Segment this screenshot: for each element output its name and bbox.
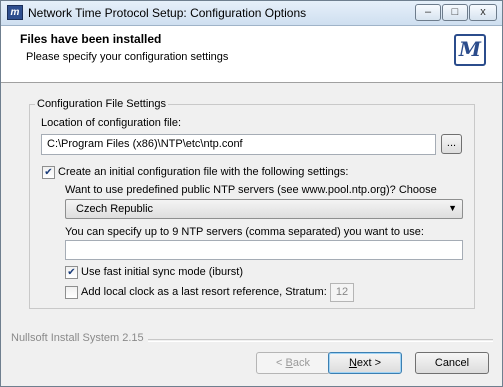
chevron-down-icon: ▼ — [448, 203, 457, 213]
browse-button[interactable]: ... — [441, 134, 462, 154]
check-icon: ✔ — [67, 267, 76, 278]
next-mnemonic: N — [348, 357, 357, 369]
servers-label: You can specify up to 9 NTP servers (com… — [65, 226, 424, 238]
local-clock-checkbox[interactable] — [65, 286, 78, 299]
close-icon: x — [480, 6, 486, 18]
ntp-servers-input[interactable] — [65, 240, 463, 260]
title-bar[interactable]: m Network Time Protocol Setup: Configura… — [1, 1, 502, 26]
minimize-icon: – — [424, 6, 432, 18]
close-button[interactable]: x — [469, 4, 497, 21]
check-icon: ✔ — [44, 167, 53, 178]
config-location-input[interactable]: C:\Program Files (x86)\NTP\etc\ntp.conf — [41, 134, 436, 155]
create-config-checkbox[interactable]: ✔ — [42, 166, 55, 179]
header-panel: Files have been installed Please specify… — [1, 26, 502, 83]
group-title: Configuration File Settings — [35, 98, 169, 110]
maximize-icon: □ — [451, 6, 459, 18]
iburst-checkbox[interactable]: ✔ — [65, 266, 78, 279]
maximize-button[interactable]: □ — [442, 4, 468, 21]
header-subtitle: Please specify your configuration settin… — [26, 51, 229, 63]
iburst-label: Use fast initial sync mode (iburst) — [81, 266, 243, 278]
country-select[interactable]: Czech Republic ▼ — [65, 199, 463, 219]
predefined-servers-label: Want to use predefined public NTP server… — [65, 184, 437, 196]
back-mnemonic: B — [285, 357, 293, 369]
window-title: Network Time Protocol Setup: Configurati… — [28, 6, 307, 20]
header-title: Files have been installed — [20, 32, 162, 46]
minimize-button[interactable]: – — [415, 4, 441, 21]
back-button[interactable]: < Back — [256, 352, 330, 374]
local-clock-label: Add local clock as a last resort referen… — [81, 286, 327, 298]
next-button[interactable]: Next > — [328, 352, 402, 374]
installer-window: m Network Time Protocol Setup: Configura… — [0, 0, 503, 387]
app-icon: m — [7, 5, 23, 20]
nsis-branding: Nullsoft Install System 2.15 — [11, 332, 148, 344]
ntp-logo-icon: M — [454, 34, 486, 66]
stratum-input[interactable]: 12 — [330, 283, 354, 302]
cancel-button[interactable]: Cancel — [415, 352, 489, 374]
location-label: Location of configuration file: — [41, 117, 182, 129]
create-config-label: Create an initial configuration file wit… — [58, 166, 349, 178]
country-select-value: Czech Republic — [76, 203, 154, 215]
